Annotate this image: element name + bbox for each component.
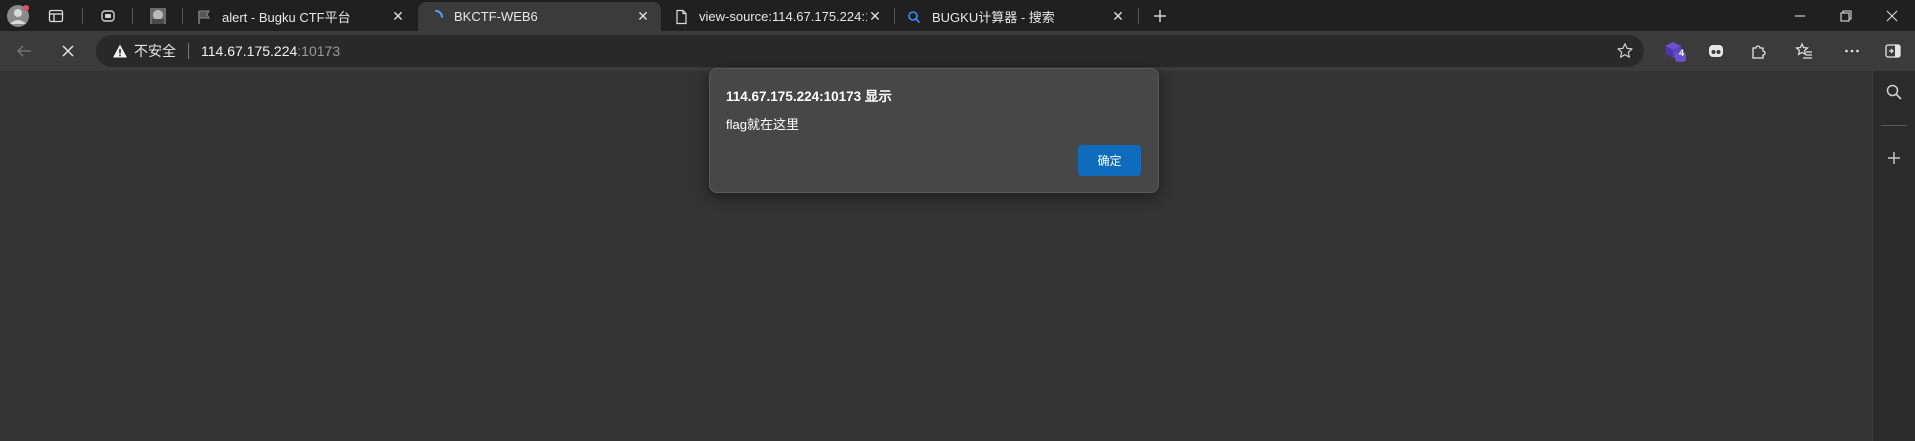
plus-icon xyxy=(1154,9,1166,22)
minimize-icon xyxy=(1795,14,1805,17)
tab-view-source[interactable]: view-source:114.67.175.224:10173 ✕ xyxy=(663,2,893,31)
url-port: :10173 xyxy=(297,43,341,59)
right-sidebar xyxy=(1872,71,1915,441)
url-host: 114.67.175.224 xyxy=(201,43,298,59)
tab-strip: alert - Bugku CTF平台 ✕ BKCTF-WEB6 ✕ view-… xyxy=(0,0,1915,31)
sidebar-divider xyxy=(1881,125,1907,126)
security-status-label[interactable]: 不安全 xyxy=(134,41,176,61)
back-arrow-icon xyxy=(17,45,31,57)
restore-icon xyxy=(1840,9,1852,22)
close-icon xyxy=(1886,10,1898,21)
pinned-tab-1[interactable] xyxy=(94,0,122,31)
anime-avatar-icon xyxy=(150,7,166,24)
restore-button[interactable] xyxy=(1823,0,1869,31)
tab-separator xyxy=(894,8,895,24)
profile-icon xyxy=(7,4,29,27)
favorite-star-icon[interactable] xyxy=(1616,42,1634,63)
loading-spinner-icon xyxy=(428,9,444,25)
search-icon xyxy=(1886,84,1902,100)
minimize-button[interactable] xyxy=(1777,0,1823,31)
workspaces-button[interactable] xyxy=(42,0,70,31)
plus-icon xyxy=(1888,152,1900,164)
extension-badge-count: 4 xyxy=(1679,48,1685,58)
tab-actions-icon xyxy=(48,9,64,22)
more-dots-icon xyxy=(1845,49,1859,53)
warning-icon[interactable] xyxy=(112,43,128,59)
favorites-button[interactable] xyxy=(1788,35,1820,67)
close-icon xyxy=(62,45,74,57)
back-button[interactable] xyxy=(8,35,40,67)
controller-icon xyxy=(1709,45,1723,57)
tab-bugku-search[interactable]: BUGKU计算器 - 搜索 ✕ xyxy=(896,2,1136,31)
puzzle-icon xyxy=(1752,45,1766,59)
flag-icon xyxy=(196,9,212,25)
profile-avatar[interactable] xyxy=(2,0,34,31)
settings-menu-button[interactable] xyxy=(1836,35,1868,67)
ok-button[interactable]: 确定 xyxy=(1078,145,1141,176)
close-icon[interactable]: ✕ xyxy=(1110,8,1126,25)
dialog-message: flag就在这里 xyxy=(726,117,799,132)
app-window-icon xyxy=(101,9,115,22)
tab-title: BKCTF-WEB6 xyxy=(454,9,538,24)
dialog-title: 114.67.175.224:10173 显示 xyxy=(726,89,892,104)
close-icon[interactable]: ✕ xyxy=(635,8,651,25)
tab-separator xyxy=(82,8,83,24)
close-icon[interactable]: ✕ xyxy=(390,8,406,25)
close-icon[interactable]: ✕ xyxy=(867,8,883,25)
new-tab-button[interactable] xyxy=(1146,0,1174,31)
tab-separator xyxy=(182,8,183,24)
tab-separator xyxy=(1138,8,1139,24)
tab-alert-bugku[interactable]: alert - Bugku CTF平台 ✕ xyxy=(186,2,416,31)
address-bar[interactable]: 不安全 114.67.175.224:10173 xyxy=(96,35,1644,67)
extension-button[interactable]: 4 xyxy=(1658,35,1690,67)
toolbar: 不安全 114.67.175.224:10173 4 xyxy=(0,31,1915,71)
address-divider xyxy=(188,43,189,59)
page-icon xyxy=(673,9,689,25)
tab-title: view-source:114.67.175.224:10173 xyxy=(699,9,867,24)
tab-title: alert - Bugku CTF平台 xyxy=(222,10,351,25)
close-window-button[interactable] xyxy=(1869,0,1915,31)
sidebar-icon xyxy=(1885,44,1901,58)
sidebar-search-button[interactable] xyxy=(1879,77,1909,107)
tab-title: BUGKU计算器 - 搜索 xyxy=(932,10,1055,25)
search-icon xyxy=(906,9,922,25)
stop-loading-button[interactable] xyxy=(52,35,84,67)
alert-dialog: 114.67.175.224:10173 显示 flag就在这里 确定 xyxy=(709,68,1159,193)
favorites-list-icon xyxy=(1795,42,1812,59)
sidebar-toggle-button[interactable] xyxy=(1877,35,1909,67)
game-controller-button[interactable] xyxy=(1700,35,1732,67)
sidebar-add-button[interactable] xyxy=(1879,143,1909,173)
pinned-tab-2[interactable] xyxy=(144,0,172,31)
tab-bkctf-web6[interactable]: BKCTF-WEB6 ✕ xyxy=(418,2,661,31)
extensions-button[interactable] xyxy=(1743,35,1775,67)
tab-separator xyxy=(132,8,133,24)
